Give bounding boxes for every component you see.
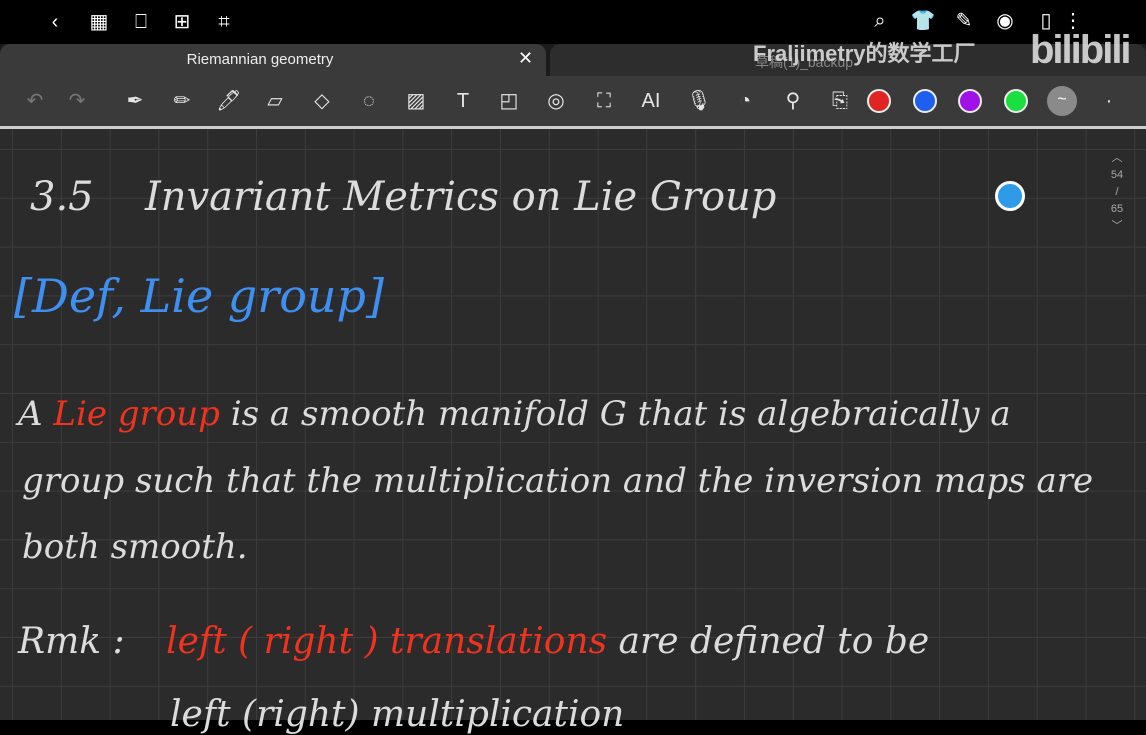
scroll-down-icon[interactable]: ﹀ [1102, 218, 1132, 235]
fountain-pen-icon[interactable]: ✒ [120, 88, 150, 114]
add-page-icon[interactable]: ⊞ [169, 10, 195, 34]
shape-icon[interactable]: ◰ [494, 88, 524, 114]
ballpen-icon[interactable]: 🖊 [214, 88, 244, 114]
undo-icon[interactable]: ↶ [20, 88, 50, 114]
text-line: A Lie group is a smooth manifold G that … [18, 394, 1011, 434]
bookmark-icon[interactable]: ⎕ [128, 10, 154, 34]
text-line: both smooth. [22, 527, 248, 567]
current-page: 54 [1110, 169, 1124, 181]
definition-label: [Def, Lie group] [14, 269, 384, 323]
back-icon[interactable]: ‹ [42, 10, 68, 34]
text-line: left (right) multiplication [170, 694, 625, 735]
eraser-icon[interactable]: ◇ [307, 88, 337, 114]
heading-number: 3.5 [30, 174, 94, 220]
lasso-icon[interactable]: ◌ [354, 88, 384, 114]
highlighter-icon[interactable]: ▱ [260, 88, 290, 114]
redo-icon[interactable]: ↷ [62, 88, 92, 114]
bilibili-logo: bilibili [1030, 28, 1132, 72]
page-separator: / [1115, 186, 1119, 198]
microphone-icon[interactable]: 🎙 [684, 88, 714, 114]
crop-icon[interactable]: ⌗ [211, 10, 237, 34]
color-red[interactable] [867, 89, 891, 113]
eye-icon[interactable]: ◉ [992, 9, 1018, 33]
pen-toolbar: ↶ ↷ ✒ ✏ 🖊 ▱ ◇ ◌ ▨ T ◰ ◎ ⛶ AI 🎙 ◔ ⚲ ⎘ ~ · [0, 76, 1146, 126]
stroke-size-icon[interactable]: · [1094, 88, 1124, 114]
tab-label: Riemannian geometry [186, 51, 334, 68]
sticker-icon[interactable]: ◔ [730, 88, 760, 114]
grid-icon[interactable]: ▦ [86, 10, 112, 34]
watermark-text: Fraljimetry的数学工厂 [753, 41, 976, 66]
note-canvas[interactable]: 3.5 Invariant Metrics on Lie Group [Def,… [0, 129, 1146, 735]
pen-edit-icon[interactable]: ✎ [951, 9, 977, 33]
laser-pointer-icon[interactable]: ⚲ [778, 88, 808, 114]
heading: Invariant Metrics on Lie Group [145, 174, 777, 220]
total-pages: 65 [1110, 203, 1124, 215]
search-icon[interactable]: ⌕ [867, 9, 893, 33]
text-line: Rmk : left ( right ) translations are de… [18, 621, 930, 662]
color-purple[interactable] [958, 89, 982, 113]
tab-riemannian-geometry[interactable]: Riemannian geometry ✕ [0, 44, 546, 76]
color-green[interactable] [1004, 89, 1028, 113]
pencil-icon[interactable]: ✏ [167, 88, 197, 114]
page-indicator[interactable]: ︿ 54 / 65 ﹀ [1102, 150, 1132, 235]
theme-icon[interactable]: 👕 [910, 9, 936, 33]
text-line: group such that the multiplication and t… [22, 461, 1094, 501]
ai-button[interactable]: AI [636, 88, 666, 114]
translate-icon[interactable]: ⎘ [825, 88, 855, 114]
floating-pen-cursor[interactable] [995, 181, 1025, 211]
ocr-icon[interactable]: ⛶ [589, 88, 619, 114]
stroke-style-icon[interactable]: ~ [1047, 86, 1077, 116]
color-blue[interactable] [913, 89, 937, 113]
tape-icon[interactable]: ◎ [541, 88, 571, 114]
scroll-up-icon[interactable]: ︿ [1102, 150, 1132, 167]
text-icon[interactable]: T [448, 88, 478, 114]
image-icon[interactable]: ▨ [401, 88, 431, 114]
close-tab-icon[interactable]: ✕ [518, 48, 533, 69]
